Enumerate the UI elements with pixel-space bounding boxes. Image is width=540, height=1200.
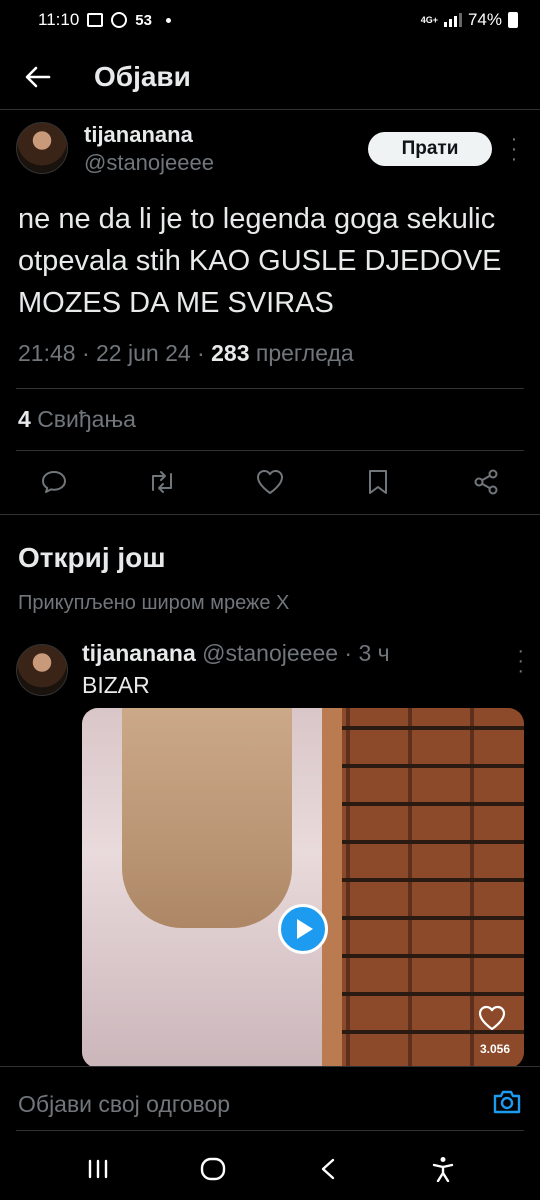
divider <box>0 514 540 515</box>
hair-shape <box>122 708 292 928</box>
home-button[interactable] <box>183 1144 243 1194</box>
tweet-actions <box>30 460 510 504</box>
divider <box>16 450 524 451</box>
reply-bar: Објави свој одговор <box>0 1066 540 1138</box>
gallery-icon <box>87 13 104 27</box>
notification-dot-icon <box>165 17 171 23</box>
share-icon <box>474 469 498 495</box>
divider <box>16 388 524 389</box>
accessibility-icon <box>432 1157 453 1182</box>
reply-icon <box>42 471 66 493</box>
reply-input[interactable]: Објави свој одговор <box>18 1091 230 1118</box>
heart-icon[interactable] <box>478 1004 506 1032</box>
battery-icon <box>508 12 518 28</box>
camera-icon[interactable] <box>492 1087 522 1117</box>
tweet-date: 22 jun 24 <box>96 340 191 366</box>
views-label: прегледа <box>255 340 354 366</box>
tweet-meta: 21:48 · 22 jun 24 · 283 прегледа <box>18 340 354 366</box>
recommended-tweet-header: tijananana @stanojeeee · 3 ч <box>82 638 524 668</box>
network-type: 4G+ <box>420 14 438 25</box>
recommended-display-name[interactable]: tijananana <box>82 640 196 666</box>
author-display-name[interactable]: tijananana <box>84 122 214 148</box>
views-count: 283 <box>211 340 250 366</box>
follow-button[interactable]: Прати <box>368 132 492 166</box>
recommended-handle-time[interactable]: @stanojeeee · 3 ч <box>202 640 390 666</box>
author-handle[interactable]: @stanojeeee <box>84 148 214 178</box>
play-icon[interactable] <box>278 904 328 954</box>
app-header: Објави <box>0 44 540 110</box>
system-nav-bar <box>0 1138 540 1200</box>
accessibility-button[interactable] <box>413 1144 473 1194</box>
back-button[interactable] <box>18 57 58 97</box>
share-button[interactable] <box>462 460 510 504</box>
reply-button[interactable] <box>30 460 78 504</box>
page-title: Објави <box>94 60 191 92</box>
signal-icon <box>443 13 462 27</box>
likes-count: 4 <box>18 406 31 432</box>
battery-percent: 74% <box>467 10 502 29</box>
chevron-left-icon <box>321 1158 334 1180</box>
tweet-author: tijananana @stanojeeee Прати · · · <box>16 122 524 182</box>
like-button[interactable] <box>246 460 294 504</box>
heart-icon <box>257 470 283 494</box>
discover-subtitle: Прикупљено широм мреже X <box>18 592 290 614</box>
tweet-time: 21:48 <box>18 340 76 366</box>
back-nav-button[interactable] <box>298 1144 358 1194</box>
clock: 11:10 <box>38 10 80 29</box>
more-options-icon[interactable]: · · · <box>517 641 524 681</box>
recommended-tweet-text: BIZAR <box>82 672 150 698</box>
tweet-text: ne ne da li je to legenda goga sekulic o… <box>18 203 502 319</box>
repost-icon <box>152 471 172 493</box>
divider <box>16 1130 524 1131</box>
avatar[interactable] <box>16 644 68 696</box>
bookmark-icon <box>369 470 387 494</box>
bookmark-button[interactable] <box>354 460 402 504</box>
video-thumbnail[interactable]: 3.056 <box>82 708 524 1068</box>
recent-apps-icon <box>88 1159 107 1179</box>
recent-apps-button[interactable] <box>68 1144 128 1194</box>
likes-summary[interactable]: 4 Свиђања <box>18 406 136 433</box>
status-bar: 11:10 53 4G+ 74% <box>0 0 540 40</box>
avatar[interactable] <box>16 122 68 174</box>
discover-title: Откриј још <box>18 542 166 573</box>
whatsapp-count: 53 <box>135 11 152 29</box>
home-icon <box>200 1157 225 1181</box>
more-options-icon[interactable]: · · · <box>504 129 524 169</box>
arrow-left-icon <box>25 66 51 87</box>
whatsapp-icon <box>111 12 128 28</box>
repost-button[interactable] <box>138 460 186 504</box>
video-like-count: 3.056 <box>479 1042 510 1056</box>
likes-label: Свиђања <box>37 406 136 432</box>
